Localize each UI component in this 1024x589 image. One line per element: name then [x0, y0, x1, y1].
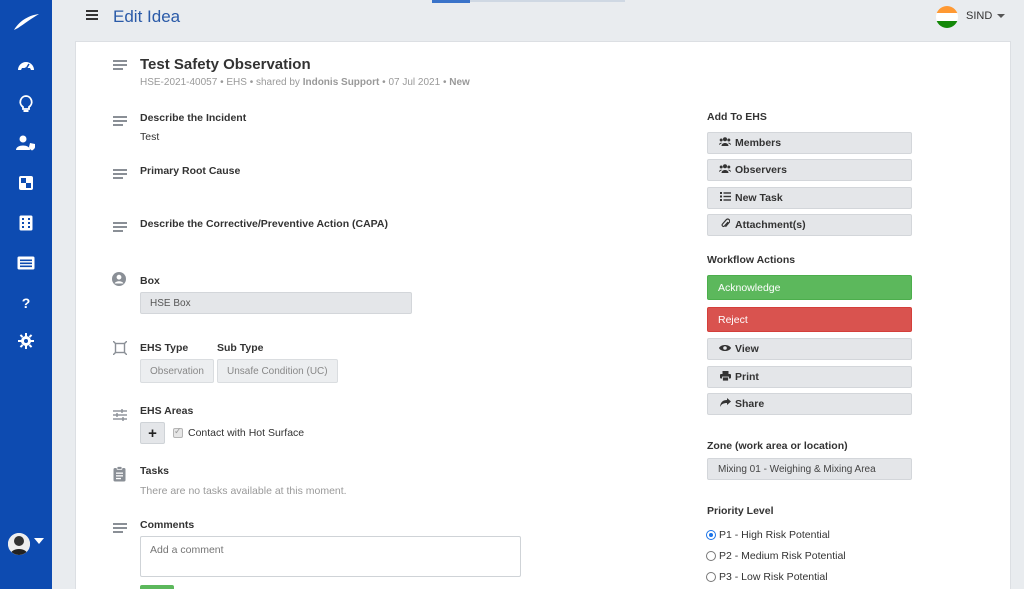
- priority-option-p1[interactable]: P1 - High Risk Potential: [706, 529, 830, 541]
- priority-label: Priority Level: [707, 505, 774, 517]
- text-lines-icon: [113, 222, 127, 236]
- crop-frame-icon: [112, 340, 128, 356]
- incident-label: Describe the Incident: [140, 112, 247, 124]
- meta-separator: •: [249, 77, 254, 88]
- new-task-button[interactable]: New Task: [707, 187, 912, 209]
- observers-button[interactable]: Observers: [707, 159, 912, 181]
- priority-option-label: P2 - Medium Risk Potential: [719, 550, 846, 562]
- shared-by-prefix: shared by: [256, 77, 300, 88]
- share-arrow-icon: [718, 398, 732, 410]
- hamburger-menu-icon[interactable]: [86, 10, 98, 22]
- text-lines-icon: [113, 60, 127, 74]
- reject-button[interactable]: Reject: [707, 307, 912, 332]
- capa-label[interactable]: Describe the Corrective/Preventive Actio…: [140, 218, 388, 230]
- eye-icon: [718, 344, 732, 355]
- text-lines-icon: [113, 169, 127, 183]
- priority-option-p3[interactable]: P3 - Low Risk Potential: [706, 571, 828, 583]
- chevron-down-icon[interactable]: [997, 14, 1005, 18]
- share-label: Share: [735, 398, 765, 410]
- area-item-label: Contact with Hot Surface: [188, 427, 305, 439]
- view-button[interactable]: View: [707, 338, 912, 360]
- attachments-label: Attachment(s): [735, 219, 806, 231]
- box-select[interactable]: HSE Box: [140, 292, 412, 314]
- radio-button[interactable]: [706, 551, 716, 561]
- top-accent-bar: [432, 0, 470, 3]
- top-bar: Edit Idea SIND: [52, 0, 1024, 38]
- meta-separator: •: [220, 77, 224, 88]
- text-lines-icon: [113, 523, 127, 537]
- brand-logo[interactable]: [12, 12, 40, 32]
- idea-card: Test Safety Observation HSE-2021-40057 •…: [75, 41, 1011, 589]
- idea-status: New: [449, 77, 470, 88]
- comment-input[interactable]: [140, 536, 521, 577]
- root-cause-label[interactable]: Primary Root Cause: [140, 165, 240, 177]
- user-shield-icon[interactable]: [16, 133, 36, 153]
- print-button[interactable]: Print: [707, 366, 912, 388]
- gear-icon[interactable]: [16, 331, 36, 351]
- priority-option-p2[interactable]: P2 - Medium Risk Potential: [706, 550, 846, 562]
- meta-separator: •: [442, 77, 447, 88]
- radio-button[interactable]: [706, 572, 716, 582]
- members-label: Members: [735, 137, 782, 149]
- shared-by-user: Indonis Support: [302, 77, 380, 88]
- idea-title: Test Safety Observation: [140, 56, 311, 73]
- share-button[interactable]: Share: [707, 393, 912, 415]
- area-checkbox[interactable]: [173, 426, 183, 438]
- help-icon[interactable]: ?: [16, 293, 36, 313]
- users-icon: [718, 164, 732, 176]
- comments-label: Comments: [140, 519, 195, 531]
- sidebar: ?: [0, 0, 52, 589]
- observers-label: Observers: [735, 164, 787, 176]
- sub-type-value[interactable]: Unsafe Condition (UC): [217, 359, 338, 383]
- tasks-label: Tasks: [140, 465, 169, 477]
- ehs-type-label: EHS Type: [140, 342, 189, 354]
- zone-select[interactable]: Mixing 01 - Weighing & Mixing Area: [707, 458, 912, 480]
- meta-separator: •: [382, 77, 386, 88]
- priority-option-label: P1 - High Risk Potential: [719, 529, 830, 541]
- task-list-icon: [718, 192, 732, 204]
- user-circle-icon: [112, 272, 126, 286]
- idea-id: HSE-2021-40057: [140, 77, 218, 88]
- box-label: Box: [140, 275, 160, 287]
- priority-option-label: P3 - Low Risk Potential: [719, 571, 828, 583]
- tasks-empty-message: There are no tasks available at this mom…: [140, 485, 347, 497]
- list-card-icon[interactable]: [16, 253, 36, 273]
- avatar[interactable]: [8, 533, 30, 555]
- india-flag-icon[interactable]: [936, 6, 958, 28]
- post-comment-button[interactable]: [140, 585, 174, 589]
- attachments-button[interactable]: Attachment(s): [707, 214, 912, 236]
- members-button[interactable]: Members: [707, 132, 912, 154]
- user-name[interactable]: SIND: [966, 10, 992, 22]
- sub-type-label: Sub Type: [217, 342, 264, 354]
- lightbulb-icon[interactable]: [16, 94, 36, 114]
- view-label: View: [735, 343, 759, 355]
- add-to-ehs-label: Add To EHS: [707, 111, 767, 123]
- user-menu-caret-icon[interactable]: [34, 538, 44, 544]
- text-lines-icon: [113, 116, 127, 130]
- idea-meta: HSE-2021-40057 • EHS • shared by Indonis…: [140, 77, 470, 88]
- calculator-icon[interactable]: [16, 213, 36, 233]
- grid-icon[interactable]: [16, 173, 36, 193]
- workflow-actions-label: Workflow Actions: [707, 254, 796, 266]
- idea-type: EHS: [226, 77, 247, 88]
- paperclip-icon: [718, 218, 732, 232]
- sliders-icon: [113, 408, 127, 422]
- users-icon: [718, 137, 732, 149]
- ehs-type-value[interactable]: Observation: [140, 359, 214, 383]
- top-accent-divider: [470, 0, 625, 2]
- printer-icon: [718, 370, 732, 384]
- print-label: Print: [735, 371, 759, 383]
- radio-button[interactable]: [706, 530, 716, 540]
- dashboard-icon[interactable]: [16, 56, 36, 76]
- page-title: Edit Idea: [113, 7, 181, 26]
- idea-date: 07 Jul 2021: [388, 77, 441, 88]
- clipboard-icon: [113, 466, 127, 482]
- acknowledge-button[interactable]: Acknowledge: [707, 275, 912, 300]
- zone-label: Zone (work area or location): [707, 440, 848, 452]
- new-task-label: New Task: [735, 192, 783, 204]
- ehs-areas-label: EHS Areas: [140, 405, 194, 417]
- incident-value[interactable]: Test: [140, 131, 159, 143]
- add-area-button[interactable]: +: [140, 422, 165, 444]
